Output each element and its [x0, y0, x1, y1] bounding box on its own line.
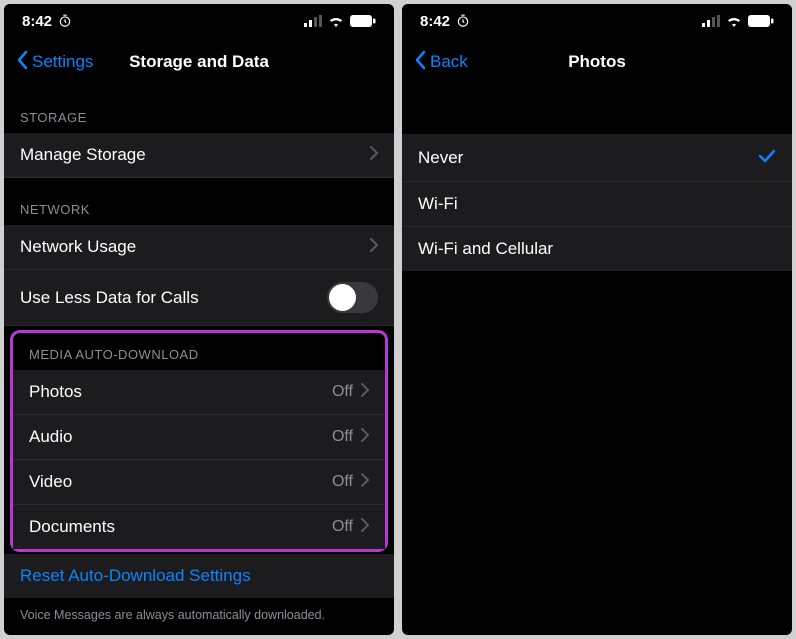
back-label: Settings [32, 52, 93, 72]
row-less-data[interactable]: Use Less Data for Calls [4, 270, 394, 326]
row-label: Documents [29, 517, 115, 537]
toggle-less-data[interactable] [327, 282, 378, 313]
phone-left: 8:42 Settings Storage and Data S [4, 4, 394, 635]
timer-icon [58, 14, 72, 28]
row-label: Audio [29, 427, 72, 447]
status-bar: 8:42 [4, 4, 394, 38]
signal-icon [304, 15, 322, 27]
row-value: Off [332, 383, 353, 401]
chevron-right-icon [361, 472, 369, 492]
battery-icon [350, 15, 376, 27]
row-value: Off [332, 473, 353, 491]
toggle-knob [329, 284, 356, 311]
status-time: 8:42 [420, 13, 450, 30]
row-value: Off [332, 518, 353, 536]
row-right: Off [332, 517, 369, 537]
wifi-icon [726, 15, 742, 27]
row-label: Network Usage [20, 237, 136, 257]
content-area: STORAGE Manage Storage NETWORK Network U… [4, 86, 394, 635]
page-title: Photos [568, 52, 626, 72]
chevron-right-icon [361, 427, 369, 447]
chevron-right-icon [361, 517, 369, 537]
battery-icon [748, 15, 774, 27]
status-bar: 8:42 [402, 4, 792, 38]
option-never[interactable]: Never [402, 134, 792, 182]
checkmark-icon [758, 146, 776, 169]
option-label: Wi-Fi [418, 194, 458, 214]
row-media-photos[interactable]: Photos Off [13, 370, 385, 415]
option-wi-fi[interactable]: Wi-Fi [402, 182, 792, 227]
row-media-audio[interactable]: Audio Off [13, 415, 385, 460]
row-label: Manage Storage [20, 145, 146, 165]
row-right: Off [332, 382, 369, 402]
footer-note: Voice Messages are always automatically … [4, 598, 394, 632]
row-manage-storage[interactable]: Manage Storage [4, 133, 394, 178]
chevron-left-icon [16, 50, 28, 75]
section-header-network: NETWORK [4, 178, 394, 225]
row-media-video[interactable]: Video Off [13, 460, 385, 505]
timer-icon [456, 14, 470, 28]
option-wi-fi-and-cellular[interactable]: Wi-Fi and Cellular [402, 227, 792, 271]
status-time: 8:42 [22, 13, 52, 30]
back-label: Back [430, 52, 468, 72]
reset-auto-download-button[interactable]: Reset Auto-Download Settings [4, 554, 394, 598]
chevron-left-icon [414, 50, 426, 75]
chevron-right-icon [370, 237, 378, 257]
status-left: 8:42 [22, 13, 72, 30]
row-label: Photos [29, 382, 82, 402]
row-label: Video [29, 472, 72, 492]
status-left: 8:42 [420, 13, 470, 30]
signal-icon [702, 15, 720, 27]
highlight-media-section: MEDIA AUTO-DOWNLOAD PhotosOffAudioOffVid… [10, 330, 388, 552]
nav-bar: Settings Storage and Data [4, 38, 394, 86]
row-right: Off [332, 427, 369, 447]
row-label: Use Less Data for Calls [20, 288, 199, 308]
row-value: Off [332, 428, 353, 446]
content-area: Never Wi-Fi Wi-Fi and Cellular [402, 86, 792, 635]
page-title: Storage and Data [129, 52, 269, 72]
option-label: Wi-Fi and Cellular [418, 239, 553, 259]
back-button[interactable]: Back [414, 50, 468, 75]
section-header-media: MEDIA AUTO-DOWNLOAD [13, 333, 385, 370]
phone-right: 8:42 Back Photos Never Wi-Fi [402, 4, 792, 635]
row-media-documents[interactable]: Documents Off [13, 505, 385, 549]
row-right: Off [332, 472, 369, 492]
option-label: Never [418, 148, 463, 168]
back-button[interactable]: Settings [16, 50, 93, 75]
status-right [304, 15, 376, 27]
wifi-icon [328, 15, 344, 27]
section-header-storage: STORAGE [4, 86, 394, 133]
chevron-right-icon [370, 145, 378, 165]
nav-bar: Back Photos [402, 38, 792, 86]
status-right [702, 15, 774, 27]
row-network-usage[interactable]: Network Usage [4, 225, 394, 270]
chevron-right-icon [361, 382, 369, 402]
